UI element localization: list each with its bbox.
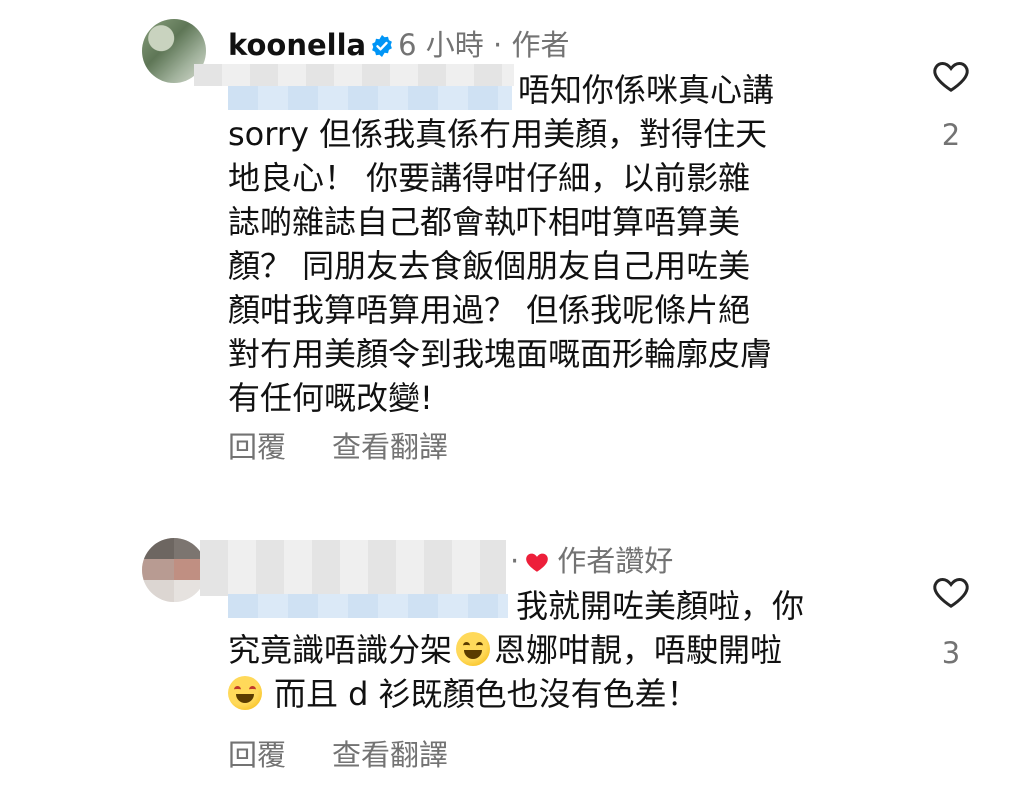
liked-by-author-label: 作者讚好 — [557, 544, 674, 578]
comment-header: · 作者讚好 — [510, 538, 673, 580]
text-line: 我就開咗美顏啦，你 — [516, 587, 805, 625]
grinning-squinting-face-emoji — [456, 632, 491, 666]
text-line-with-emoji: 而且 d 衫既顏色也沒有色差！ — [228, 672, 804, 716]
comment-actions: 回覆 查看翻譯 — [228, 732, 494, 774]
comment-2: · 作者讚好 我就開咗美顏啦，你 究竟識唔識分架 恩娜咁靚，唔駛開啦 而且 d 衫既… — [0, 0, 1024, 790]
heart-outline-icon[interactable] — [930, 572, 972, 612]
text-line-with-emoji: 究竟識唔識分架 恩娜咁靚，唔駛開啦 — [228, 628, 804, 672]
redacted-username[interactable] — [200, 540, 506, 568]
reply-button[interactable]: 回覆 — [228, 732, 286, 774]
text-segment: 恩娜咁靚，唔駛開啦 — [494, 631, 783, 669]
text-segment: 而且 d 衫既顏色也沒有色差！ — [274, 675, 699, 713]
comment-text: 我就開咗美顏啦，你 究竟識唔識分架 恩娜咁靚，唔駛開啦 而且 d 衫既顏色也沒有色… — [228, 584, 804, 716]
red-heart-icon — [526, 553, 549, 572]
star-struck-face-emoji — [228, 676, 262, 710]
text-segment: 究竟識唔識分架 — [228, 631, 453, 669]
separator: · — [510, 544, 520, 578]
avatar[interactable] — [142, 538, 206, 602]
see-translation-button[interactable]: 查看翻譯 — [332, 732, 448, 774]
like-count: 3 — [941, 636, 961, 670]
